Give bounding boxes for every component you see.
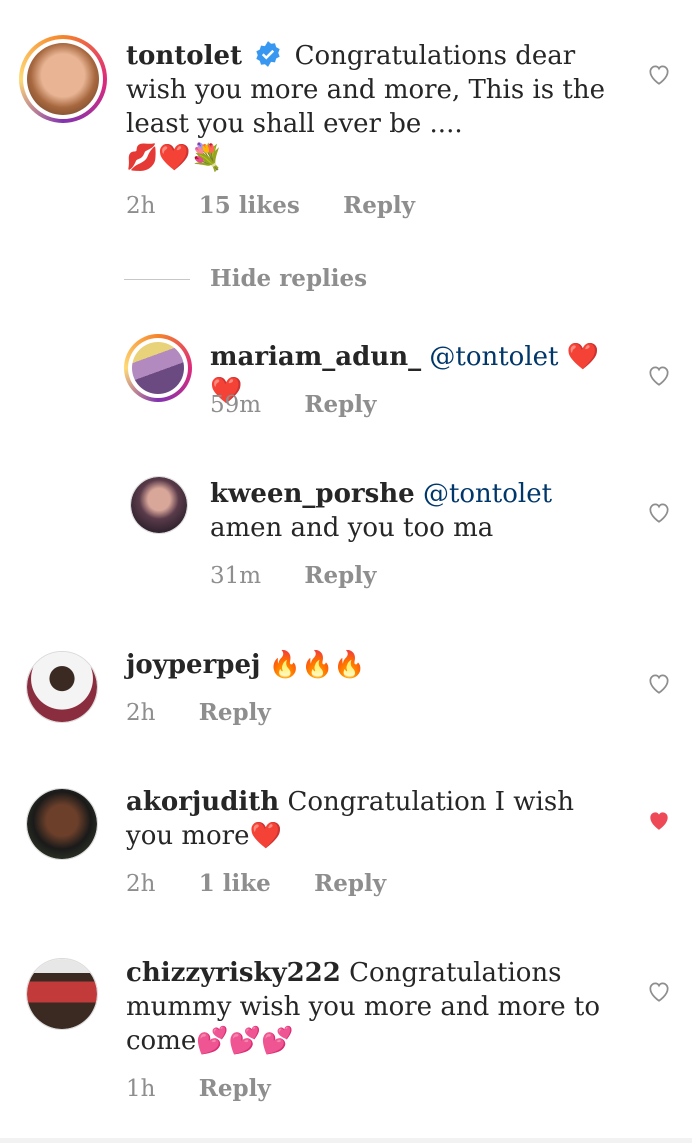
comment-body: 🔥🔥🔥: [268, 650, 366, 680]
timestamp: 2h: [126, 871, 156, 897]
avatar[interactable]: [26, 958, 98, 1030]
avatar[interactable]: [124, 334, 192, 402]
reply-button[interactable]: Reply: [199, 699, 271, 726]
comment-body: amen and you too ma: [210, 513, 494, 543]
comment-meta: 59m Reply: [210, 390, 412, 420]
username[interactable]: tontolet: [126, 41, 242, 71]
reply-button[interactable]: Reply: [304, 562, 376, 589]
comment-text: chizzyrisky222 Congratulations mummy wis…: [126, 956, 626, 1058]
hide-replies-button[interactable]: Hide replies: [210, 264, 367, 294]
mention-link[interactable]: @tontolet: [429, 342, 558, 372]
comment-meta: 2h 1 like Reply: [126, 869, 422, 899]
heart-outline-icon[interactable]: [646, 670, 672, 696]
reply-button[interactable]: Reply: [199, 1075, 271, 1102]
timestamp: 2h: [126, 700, 156, 726]
bottom-divider: [0, 1138, 692, 1143]
heart-outline-icon[interactable]: [646, 61, 672, 87]
heart-filled-icon[interactable]: [646, 807, 672, 833]
timestamp: 1h: [126, 1076, 156, 1102]
heart-outline-icon[interactable]: [646, 362, 672, 388]
comment-meta: 2h 15 likes Reply: [126, 191, 451, 221]
avatar[interactable]: [130, 476, 188, 534]
reply-button[interactable]: Reply: [343, 192, 415, 219]
comment-meta: 2h Reply: [126, 698, 307, 728]
reply-button[interactable]: Reply: [304, 391, 376, 418]
comment-meta: 1h Reply: [126, 1074, 307, 1104]
reply-button[interactable]: Reply: [314, 870, 386, 897]
verified-badge-icon: [256, 41, 280, 67]
heart-outline-icon[interactable]: [646, 499, 672, 525]
username[interactable]: joyperpej: [126, 650, 260, 680]
avatar[interactable]: [26, 651, 98, 723]
avatar[interactable]: [19, 35, 107, 123]
mention-link[interactable]: @tontolet: [423, 479, 552, 509]
divider: [124, 279, 190, 280]
username[interactable]: akorjudith: [126, 787, 279, 817]
comment-text: joyperpej 🔥🔥🔥: [126, 648, 626, 682]
comment-text: kween_porshe @tontolet amen and you too …: [210, 477, 630, 545]
comment-text: akorjudith Congratulation I wish you mor…: [126, 785, 626, 853]
username[interactable]: mariam_adun_: [210, 342, 421, 372]
comment-emoji: 💋❤️💐: [126, 143, 224, 173]
username[interactable]: kween_porshe: [210, 479, 415, 509]
likes-count[interactable]: 1 like: [199, 870, 271, 897]
heart-outline-icon[interactable]: [646, 978, 672, 1004]
likes-count[interactable]: 15 likes: [199, 192, 300, 219]
timestamp: 31m: [210, 563, 262, 589]
comment-text: tontolet Congratulations dear wish you m…: [126, 39, 626, 175]
timestamp: 59m: [210, 392, 262, 418]
avatar[interactable]: [26, 788, 98, 860]
timestamp: 2h: [126, 193, 156, 219]
comment-meta: 31m Reply: [210, 561, 412, 591]
username[interactable]: chizzyrisky222: [126, 958, 341, 988]
